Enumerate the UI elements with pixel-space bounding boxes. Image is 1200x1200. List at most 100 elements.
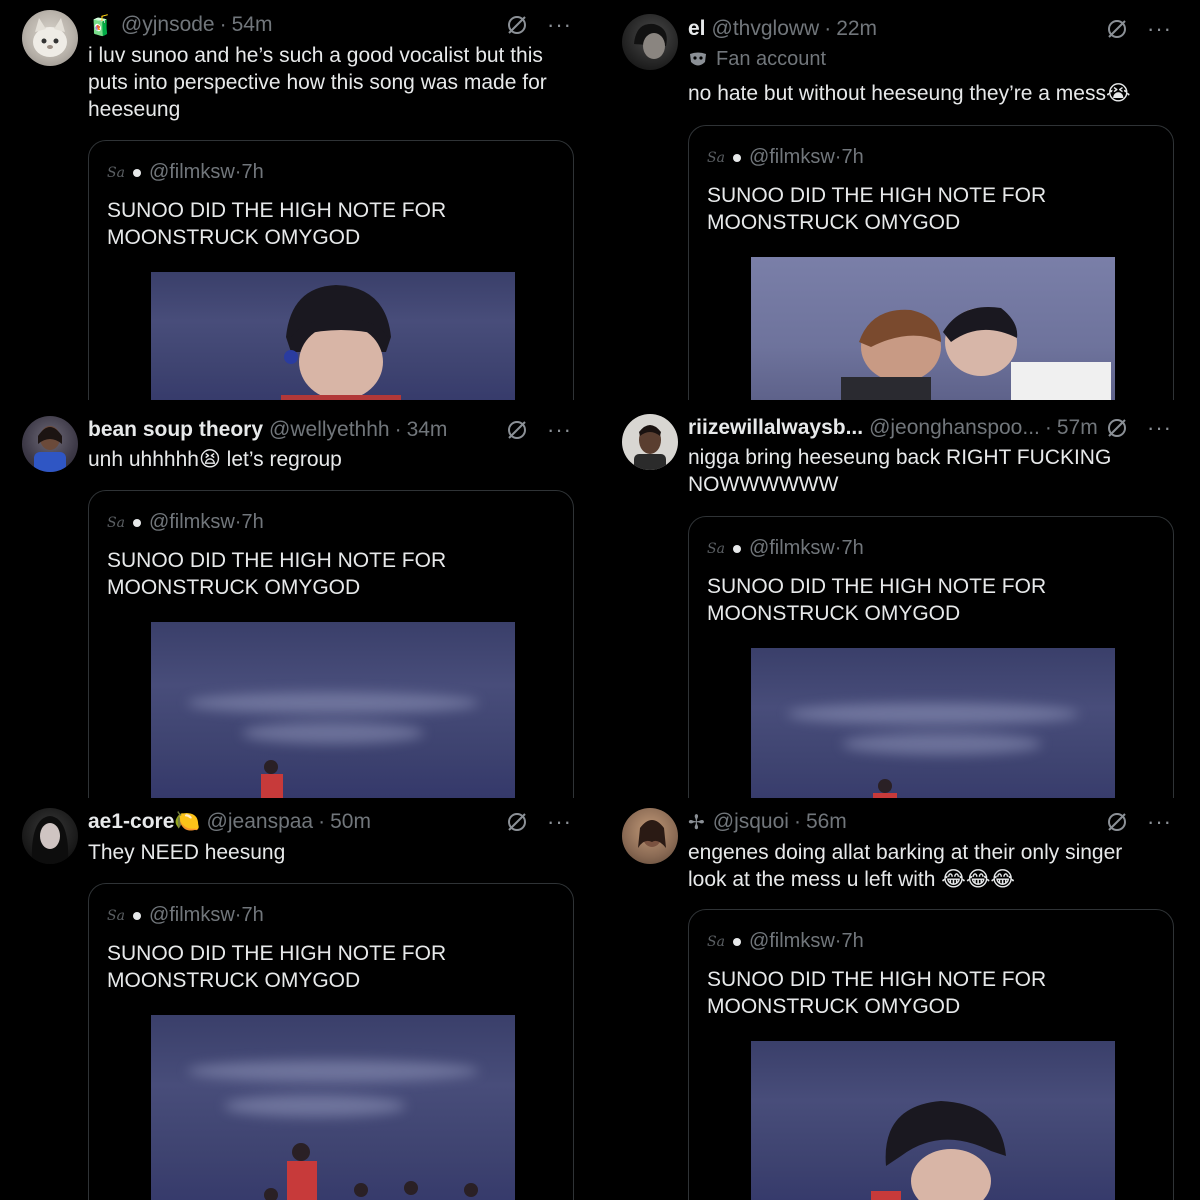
signature-avatar: Sa <box>707 933 725 950</box>
label-text: Fan account <box>716 48 827 70</box>
quoted-post[interactable]: Sa @filmksw · 7h SUNOO DID THE HIGH NOTE… <box>88 883 574 1200</box>
quoted-video[interactable] <box>751 257 1115 400</box>
post-header: ✢ @jsquoi · 56m ··· <box>688 807 1172 837</box>
post-time[interactable]: 22m <box>836 17 877 41</box>
quoted-text: SUNOO DID THE HIGH NOTE FOR MOONSTRUCK O… <box>107 942 447 992</box>
post-time[interactable]: 50m <box>330 810 371 834</box>
post-tile[interactable]: ✢ @jsquoi · 56m ··· engenes doing allat … <box>600 798 1200 1200</box>
signature-avatar: Sa <box>107 514 125 531</box>
more-icon[interactable]: ··· <box>1147 417 1172 439</box>
quoted-handle[interactable]: @filmksw <box>749 930 835 953</box>
post-handle[interactable]: @thvgloww <box>712 17 820 41</box>
post-handle[interactable]: @jeonghanspoo... <box>869 416 1040 440</box>
quoted-post[interactable]: Sa @filmksw · 7h SUNOO DID THE HIGH NOTE… <box>688 909 1174 1200</box>
quoted-header: Sa @filmksw · 7h <box>107 161 264 184</box>
separator: · <box>834 146 842 168</box>
post-time[interactable]: 56m <box>806 810 847 834</box>
quoted-video[interactable] <box>151 622 515 798</box>
grok-slash-icon[interactable] <box>1105 17 1129 41</box>
quoted-header: Sa @filmksw · 7h <box>707 537 864 560</box>
dot-icon <box>132 518 141 527</box>
quoted-post[interactable]: Sa @filmksw · 7h SUNOO DID THE HIGH NOTE… <box>688 125 1174 400</box>
quoted-video[interactable] <box>751 1041 1115 1200</box>
post-tile[interactable]: el @thvgloww · 22m ··· Fan account no ha… <box>600 0 1200 400</box>
grok-slash-icon[interactable] <box>505 418 529 442</box>
grok-slash-icon[interactable] <box>1105 810 1129 834</box>
separator: · <box>394 418 402 441</box>
quoted-handle[interactable]: @filmksw <box>749 146 835 169</box>
quoted-post[interactable]: Sa @filmksw · 7h SUNOO DID THE HIGH NOTE… <box>88 490 574 798</box>
grok-slash-icon[interactable] <box>505 13 529 37</box>
post-time[interactable]: 54m <box>232 13 273 37</box>
signature-avatar: Sa <box>707 149 725 166</box>
quoted-handle[interactable]: @filmksw <box>749 537 835 560</box>
signature-avatar: Sa <box>707 540 725 557</box>
separator: · <box>834 537 842 559</box>
separator: · <box>219 13 227 36</box>
avatar[interactable] <box>622 414 678 470</box>
performer-closeup <box>871 1101 1006 1200</box>
separator: · <box>234 511 242 533</box>
avatar[interactable] <box>622 808 678 864</box>
post-text: no hate but without heeseung they’re a m… <box>688 82 1131 105</box>
more-icon[interactable]: ··· <box>1147 18 1172 40</box>
grok-slash-icon[interactable] <box>1105 416 1129 440</box>
more-icon[interactable]: ··· <box>1147 811 1172 833</box>
post-tile[interactable]: bean soup theory @wellyethhh · 34m ··· u… <box>0 400 600 798</box>
quoted-video[interactable] <box>151 272 515 400</box>
separator: · <box>234 904 242 926</box>
post-text: nigga bring heeseung back RIGHT FUCKING … <box>688 446 1112 496</box>
post-time[interactable]: 34m <box>407 418 448 442</box>
more-icon[interactable]: ··· <box>547 811 572 833</box>
performer-on-stage <box>261 760 283 798</box>
quoted-text: SUNOO DID THE HIGH NOTE FOR MOONSTRUCK O… <box>107 549 447 599</box>
post-handle[interactable]: @jeanspaa <box>207 810 314 834</box>
dot-icon <box>132 168 141 177</box>
avatar[interactable] <box>22 808 78 864</box>
post-tile[interactable]: ae1-core🍋 @jeanspaa · 50m ··· They NEED … <box>0 798 600 1200</box>
more-icon[interactable]: ··· <box>547 419 572 441</box>
post-text: i luv sunoo and he’s such a good vocalis… <box>88 44 547 121</box>
quoted-handle[interactable]: @filmksw <box>149 904 235 927</box>
quoted-header: Sa @filmksw · 7h <box>107 511 264 534</box>
quoted-header: Sa @filmksw · 7h <box>107 904 264 927</box>
person-avatar-icon <box>634 425 666 470</box>
post-handle[interactable]: @wellyethhh <box>269 418 390 442</box>
more-icon[interactable]: ··· <box>547 14 572 36</box>
post-tile[interactable]: 🧃 @yjnsode · 54m ··· i luv sunoo and he’… <box>0 0 600 400</box>
performer-on-stage <box>873 779 897 798</box>
quoted-handle[interactable]: @filmksw <box>149 161 235 184</box>
separator: · <box>793 810 801 833</box>
performer-closeup <box>281 285 401 400</box>
quoted-time: 7h <box>241 511 264 533</box>
post-time[interactable]: 57m <box>1057 416 1098 440</box>
post-text: They NEED heesung <box>88 841 286 864</box>
grok-slash-icon[interactable] <box>505 810 529 834</box>
dot-icon <box>732 153 741 162</box>
quoted-handle[interactable]: @filmksw <box>149 511 235 534</box>
post-name[interactable]: ae1-core🍋 <box>88 810 201 834</box>
avatar[interactable] <box>622 14 678 70</box>
post-handle[interactable]: @yjnsode <box>121 13 215 37</box>
post-header: 🧃 @yjnsode · 54m ··· <box>88 10 572 40</box>
separator: · <box>1044 416 1052 439</box>
separator: · <box>834 930 842 952</box>
post-name[interactable]: el <box>688 17 706 41</box>
post-text: unh uhhhhh😫 let’s regroup <box>88 448 342 471</box>
quoted-video[interactable] <box>151 1015 515 1200</box>
post-name[interactable]: bean soup theory <box>88 418 263 442</box>
post-handle[interactable]: @jsquoi <box>713 810 789 834</box>
performers-closeup <box>841 307 1111 400</box>
separator: · <box>234 161 242 183</box>
post-text: engenes doing allat barking at their onl… <box>688 841 1123 891</box>
post-header: el @thvgloww · 22m ··· <box>688 14 1172 44</box>
post-tile[interactable]: riizewillalwaysb... @jeonghanspoo... · 5… <box>600 400 1200 798</box>
quoted-time: 7h <box>841 537 864 559</box>
quoted-header: Sa @filmksw · 7h <box>707 146 864 169</box>
quoted-post[interactable]: Sa @filmksw · 7h SUNOO DID THE HIGH NOTE… <box>688 516 1174 798</box>
post-name[interactable]: riizewillalwaysb... <box>688 416 863 440</box>
avatar[interactable] <box>22 416 78 472</box>
quoted-video[interactable] <box>751 648 1115 798</box>
avatar[interactable] <box>22 10 78 66</box>
quoted-post[interactable]: Sa @filmksw · 7h SUNOO DID THE HIGH NOTE… <box>88 140 574 400</box>
